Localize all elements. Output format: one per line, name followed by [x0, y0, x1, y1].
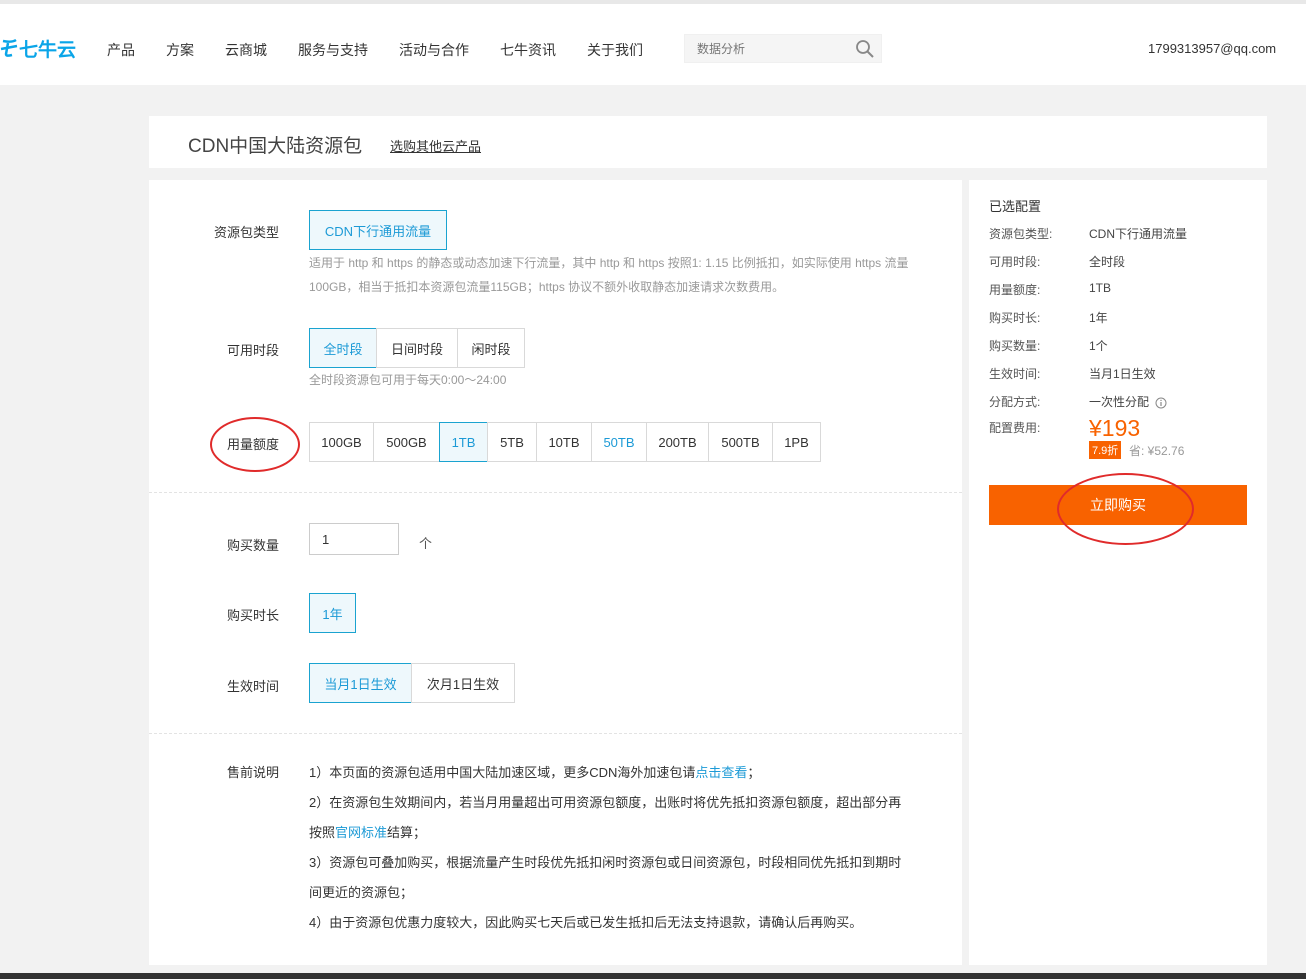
section-divider-2: [149, 733, 962, 734]
quota-option-500gb[interactable]: 500GB: [373, 422, 440, 462]
quantity-input[interactable]: [309, 523, 399, 555]
user-account[interactable]: 1799313957@qq.com: [1148, 41, 1276, 56]
quota-label: 用量额度: [226, 437, 279, 452]
note-3a: 3）资源包可叠加购买，根据流量产生时段优先抵扣闲时资源包或日间资源包，时段相同优…: [309, 855, 902, 870]
summary-value: 全时段: [1089, 255, 1126, 269]
quota-option-1pb[interactable]: 1PB: [772, 422, 821, 462]
taskbar-strip: [0, 973, 1306, 979]
note-2b-text: 按照: [309, 825, 336, 840]
brand-logo[interactable]: 七牛云: [0, 37, 77, 61]
quota-option-1tb[interactable]: 1TB: [439, 422, 488, 462]
nav-solutions[interactable]: 方案: [166, 40, 194, 60]
quota-option-5tb[interactable]: 5TB: [487, 422, 537, 462]
duration-option-1y[interactable]: 1年: [309, 593, 356, 633]
note-1: 1）本页面的资源包适用中国大陆加速区域，更多CDN海外加速包请点击查看；: [309, 758, 954, 788]
order-summary: 已选配置 资源包类型: CDN下行通用流量 可用时段: 全时段 用量额度: 1TB 购…: [969, 180, 1267, 965]
summary-key: 配置费用:: [989, 421, 1041, 435]
summary-key: 用量额度:: [989, 283, 1041, 297]
package-type-hint-line1: 适用于 http 和 https 的静态或动态加速下行流量，其中 http 和 …: [309, 256, 909, 270]
quota-option-100gb[interactable]: 100GB: [309, 422, 374, 462]
summary-value: 1年: [1089, 311, 1108, 325]
option-cdn-traffic[interactable]: CDN下行通用流量: [309, 210, 447, 250]
package-type-label: 资源包类型: [213, 225, 279, 240]
period-label: 可用时段: [226, 343, 279, 358]
summary-value: 一次性分配: [1089, 393, 1167, 410]
period-option-day[interactable]: 日间时段: [376, 328, 458, 368]
package-type-hint-line2: 100GB，相当于抵扣本资源包流量115GB；https 协议不额外收取静态加速…: [309, 280, 785, 294]
period-option-idle[interactable]: 闲时段: [457, 328, 525, 368]
effective-label: 生效时间: [226, 679, 279, 694]
effective-option-this-month[interactable]: 当月1日生效: [309, 663, 412, 703]
nav-support[interactable]: 服务与支持: [298, 40, 368, 60]
quota-option-10tb[interactable]: 10TB: [536, 422, 592, 462]
quota-option-200tb[interactable]: 200TB: [646, 422, 709, 462]
nav-products[interactable]: 产品: [107, 40, 135, 60]
search-input[interactable]: [685, 35, 845, 62]
allocation-text: 一次性分配: [1089, 395, 1150, 409]
purchase-form: 资源包类型 CDN下行通用流量 适用于 http 和 https 的静态或动态加…: [149, 180, 962, 965]
page-title: CDN中国大陆资源包: [188, 136, 363, 157]
summary-key: 可用时段:: [989, 255, 1041, 269]
quantity-unit: 个: [419, 536, 433, 551]
package-type-hint: 适用于 http 和 https 的静态或动态加速下行流量，其中 http 和 …: [309, 251, 949, 299]
logo-icon: [0, 38, 18, 57]
info-icon[interactable]: [1155, 397, 1167, 409]
search-box: [684, 34, 882, 63]
section-divider: [149, 492, 962, 493]
note-2b: 按照官网标准结算；: [309, 818, 954, 848]
buy-now-button[interactable]: 立即购买: [989, 485, 1247, 525]
presale-notes: 1）本页面的资源包适用中国大陆加速区域，更多CDN海外加速包请点击查看； 2）在…: [309, 758, 954, 938]
summary-key: 购买数量:: [989, 339, 1041, 353]
search-icon[interactable]: [855, 39, 875, 59]
summary-key: 分配方式:: [989, 395, 1041, 409]
price: ¥193: [1089, 415, 1141, 441]
summary-title: 已选配置: [989, 199, 1042, 214]
summary-value: 当月1日生效: [1089, 367, 1156, 381]
note-2b-end: 结算；: [387, 825, 427, 840]
summary-key: 生效时间:: [989, 367, 1041, 381]
note-1-text: 1）本页面的资源包适用中国大陆加速区域，更多CDN海外加速包请: [309, 765, 696, 780]
quota-option-50tb[interactable]: 50TB: [591, 422, 647, 462]
notes-label: 售前说明: [226, 765, 279, 780]
overseas-package-link[interactable]: 点击查看: [695, 765, 747, 780]
nav-about[interactable]: 关于我们: [587, 40, 643, 60]
note-2a: 2）在资源包生效期间内，若当月用量超出可用资源包额度，出账时将优先抵扣资源包额度…: [309, 795, 902, 810]
summary-key: 资源包类型:: [989, 227, 1053, 241]
summary-value: 1TB: [1089, 281, 1112, 295]
discount-badge: 7.9折: [1089, 441, 1122, 459]
effective-option-next-month[interactable]: 次月1日生效: [411, 663, 515, 703]
page-header: CDN中国大陆资源包 选购其他云产品: [149, 116, 1267, 168]
nav-events[interactable]: 活动与合作: [399, 40, 469, 60]
note-1-end: ；: [747, 765, 761, 780]
official-standard-link[interactable]: 官网标准: [335, 825, 387, 840]
saving-amount: 省: ¥52.76: [1129, 444, 1185, 458]
period-option-all[interactable]: 全时段: [309, 328, 377, 368]
summary-value: CDN下行通用流量: [1089, 227, 1187, 241]
note-4: 4）由于资源包优惠力度较大，因此购买七天后或已发生抵扣后无法支持退款，请确认后再…: [309, 915, 863, 930]
brand-name: 七牛云: [19, 39, 77, 61]
duration-label: 购买时长: [226, 608, 279, 623]
top-nav: 七牛云 产品 方案 云商城 服务与支持 活动与合作 七牛资讯 关于我们 1799…: [0, 0, 1306, 85]
nav-news[interactable]: 七牛资讯: [500, 40, 556, 60]
quota-option-500tb[interactable]: 500TB: [708, 422, 773, 462]
summary-key: 购买时长:: [989, 311, 1041, 325]
summary-value: 1个: [1089, 339, 1108, 353]
nav-marketplace[interactable]: 云商城: [225, 40, 267, 60]
other-products-link[interactable]: 选购其他云产品: [390, 136, 481, 155]
period-hint: 全时段资源包可用于每天0:00～24:00: [309, 373, 507, 387]
quantity-label: 购买数量: [226, 538, 279, 553]
main-nav: 产品 方案 云商城 服务与支持 活动与合作 七牛资讯 关于我们: [107, 40, 674, 60]
note-3b: 间更近的资源包；: [309, 885, 414, 900]
